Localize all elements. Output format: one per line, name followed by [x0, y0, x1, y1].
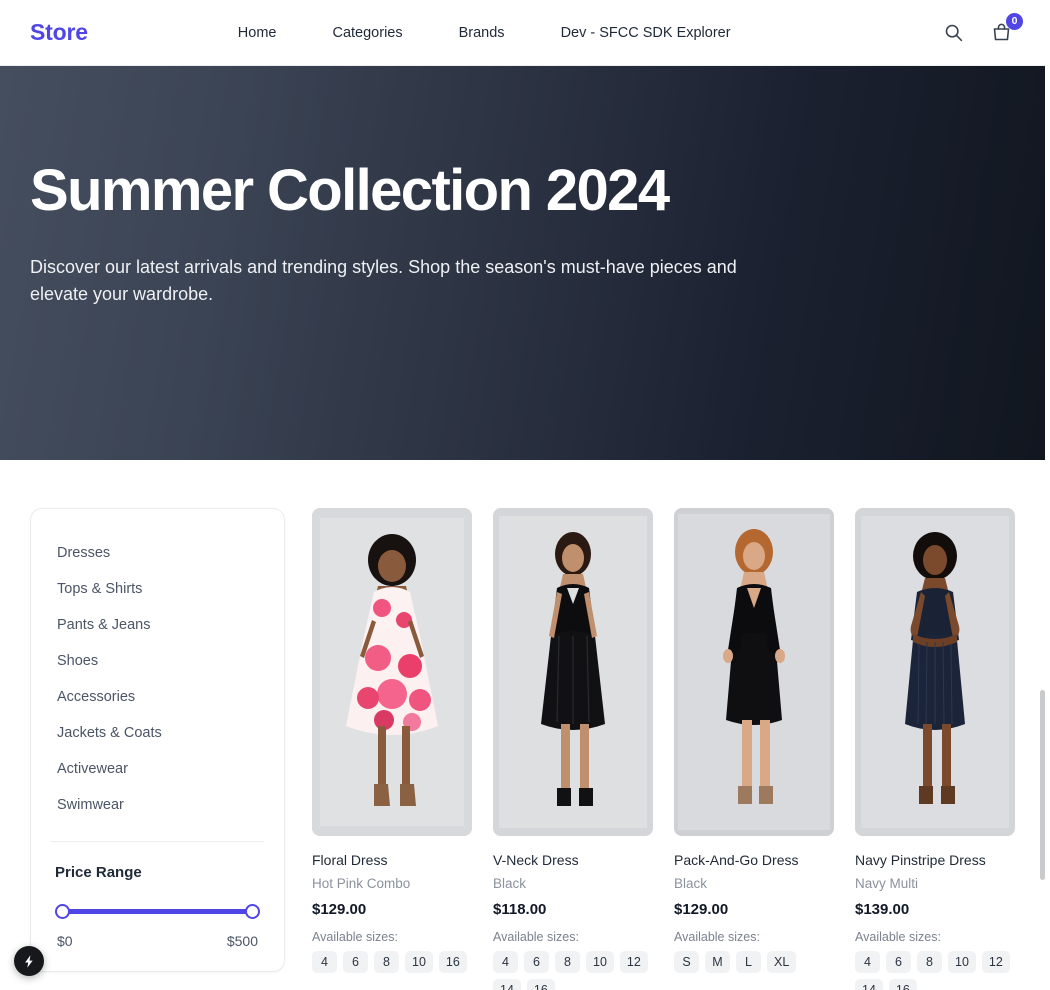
size-chip[interactable]: M — [705, 951, 730, 973]
floral-dress-photo — [312, 508, 472, 836]
v-neck-dress-photo — [493, 508, 653, 836]
search-button[interactable] — [939, 19, 967, 47]
floating-action-button[interactable] — [14, 946, 44, 976]
available-sizes-label: Available sizes: — [493, 930, 579, 944]
product-name[interactable]: Pack-And-Go Dress — [674, 852, 834, 868]
main-content: Dresses Tops & Shirts Pants & Jeans Shoe… — [0, 460, 1045, 990]
size-chip[interactable]: 14 — [493, 979, 521, 990]
navy-pinstripe-dress-photo — [855, 508, 1015, 836]
sidebar-item-pants-jeans[interactable]: Pants & Jeans — [31, 607, 284, 643]
product-name[interactable]: Floral Dress — [312, 852, 472, 868]
size-chip[interactable]: XL — [767, 951, 797, 973]
size-chip[interactable]: 4 — [493, 951, 518, 973]
price-max-label: $500 — [226, 933, 258, 949]
size-chip[interactable]: 6 — [524, 951, 549, 973]
size-chip[interactable]: 10 — [586, 951, 614, 973]
available-sizes-label: Available sizes: — [312, 930, 398, 944]
search-icon — [945, 24, 962, 42]
product-color: Black — [674, 876, 708, 891]
slider-track — [59, 909, 256, 914]
slider-handle-min[interactable] — [55, 904, 70, 919]
size-chip[interactable]: 14 — [855, 979, 883, 990]
size-chip[interactable]: 16 — [888, 979, 917, 990]
product-image-v-neck-dress[interactable] — [493, 508, 653, 836]
product-color: Hot Pink Combo — [312, 876, 411, 891]
pack-and-go-dress-photo — [674, 508, 834, 836]
sidebar-divider — [51, 841, 264, 842]
sidebar-item-tops-shirts[interactable]: Tops & Shirts — [31, 571, 284, 607]
site-header: Store Home Categories Brands Dev - SFCC … — [0, 0, 1045, 66]
size-chip[interactable]: 12 — [619, 951, 648, 973]
product-card[interactable]: V-Neck Dress Black $118.00 Available siz… — [493, 508, 653, 990]
available-sizes-label: Available sizes: — [674, 930, 760, 944]
nav-link-dev-sfcc-sdk-explorer[interactable]: Dev - SFCC SDK Explorer — [561, 25, 731, 41]
product-price: $129.00 — [312, 901, 367, 918]
size-chip[interactable]: 6 — [886, 951, 911, 973]
product-name[interactable]: V-Neck Dress — [493, 852, 653, 868]
product-price: $129.00 — [674, 901, 729, 918]
sidebar-item-dresses[interactable]: Dresses — [31, 535, 284, 571]
product-color: Navy Multi — [855, 876, 919, 891]
available-sizes-label: Available sizes: — [855, 930, 941, 944]
price-range-title: Price Range — [55, 864, 142, 881]
size-chip[interactable]: 6 — [343, 951, 368, 973]
size-chip[interactable]: 8 — [555, 951, 580, 973]
size-chip[interactable]: 8 — [374, 951, 399, 973]
product-price: $139.00 — [855, 901, 910, 918]
lightning-bolt-icon — [24, 954, 33, 968]
product-image-pack-and-go-dress[interactable] — [674, 508, 834, 836]
size-chip[interactable]: 4 — [855, 951, 880, 973]
sidebar-item-swimwear[interactable]: Swimwear — [31, 787, 284, 823]
storefront-page: Store Home Categories Brands Dev - SFCC … — [0, 0, 1045, 990]
size-chip[interactable]: 10 — [405, 951, 433, 973]
cart-count-badge: 0 — [1006, 12, 1023, 30]
product-card[interactable]: Pack-And-Go Dress Black $129.00 Availabl… — [674, 508, 834, 990]
product-card[interactable]: Navy Pinstripe Dress Navy Multi $139.00 … — [855, 508, 1015, 990]
product-image-navy-pinstripe-dress[interactable] — [855, 508, 1015, 836]
price-min-label: $0 — [57, 933, 73, 949]
cart-button[interactable]: 0 — [987, 12, 1023, 47]
price-range-slider[interactable] — [55, 903, 260, 919]
product-color: Black — [493, 876, 527, 891]
filter-sidebar: Dresses Tops & Shirts Pants & Jeans Shoe… — [30, 508, 285, 972]
product-grid: Floral Dress Hot Pink Combo $129.00 Avai… — [312, 508, 1045, 990]
product-card[interactable]: Floral Dress Hot Pink Combo $129.00 Avai… — [312, 508, 472, 990]
size-chip[interactable]: 16 — [438, 951, 467, 973]
size-chip-list: 4 6 8 10 12 14 16 — [855, 951, 1015, 990]
slider-handle-max[interactable] — [245, 904, 260, 919]
sidebar-item-activewear[interactable]: Activewear — [31, 751, 284, 787]
hero-subtitle: Discover our latest arrivals and trendin… — [30, 256, 737, 305]
hero-title: Summer Collection 2024 — [30, 157, 670, 223]
size-chip[interactable]: 10 — [948, 951, 976, 973]
scrollbar-thumb[interactable] — [1040, 690, 1045, 880]
nav-link-brands[interactable]: Brands — [459, 25, 505, 41]
size-chip-list: 4 6 8 10 16 — [312, 951, 472, 973]
price-range-labels: $0 $500 — [55, 933, 260, 949]
sidebar-item-accessories[interactable]: Accessories — [31, 679, 284, 715]
size-chip-list: 4 6 8 10 12 14 16 — [493, 951, 653, 990]
size-chip[interactable]: L — [736, 951, 761, 973]
nav-link-home[interactable]: Home — [238, 25, 277, 41]
category-list: Dresses Tops & Shirts Pants & Jeans Shoe… — [31, 535, 284, 823]
site-logo[interactable]: Store — [30, 19, 88, 46]
nav-link-categories[interactable]: Categories — [332, 25, 402, 41]
product-name[interactable]: Navy Pinstripe Dress — [855, 852, 1015, 868]
page-scrollbar[interactable] — [1040, 0, 1045, 990]
product-image-floral-dress[interactable] — [312, 508, 472, 836]
size-chip-list: S M L XL — [674, 951, 834, 973]
product-price: $118.00 — [493, 901, 547, 918]
size-chip[interactable]: 8 — [917, 951, 942, 973]
hero-banner: Summer Collection 2024 Discover our late… — [0, 66, 1045, 460]
main-navigation: Home Categories Brands Dev - SFCC SDK Ex… — [238, 25, 731, 41]
sidebar-item-shoes[interactable]: Shoes — [31, 643, 284, 679]
size-chip[interactable]: 4 — [312, 951, 337, 973]
price-range-filter: Price Range $0 $500 — [31, 864, 284, 949]
header-actions: 0 — [939, 12, 1023, 47]
size-chip[interactable]: S — [674, 951, 699, 973]
size-chip[interactable]: 16 — [526, 979, 555, 990]
sidebar-item-jackets-coats[interactable]: Jackets & Coats — [31, 715, 284, 751]
size-chip[interactable]: 12 — [981, 951, 1010, 973]
